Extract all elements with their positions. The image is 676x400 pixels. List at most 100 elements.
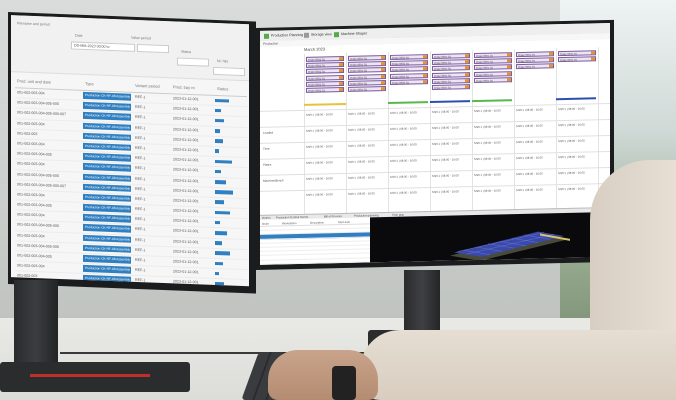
- order-label: Order 0001-01: [476, 54, 493, 59]
- list-column-header[interactable]: Start date: [338, 219, 350, 223]
- warning-indicator: [465, 60, 469, 64]
- planned-order[interactable]: Order 0001-01: [390, 72, 428, 79]
- planned-order[interactable]: Order 0001-01: [558, 56, 596, 63]
- warning-indicator: [423, 73, 427, 77]
- status-select[interactable]: [177, 57, 209, 67]
- planned-order[interactable]: Order 0001-01: [306, 62, 344, 69]
- planned-order[interactable]: Order 0001-01: [348, 67, 386, 74]
- order-label: Order 0001-01: [350, 82, 367, 86]
- progress-bar: [215, 108, 221, 113]
- order-label: Order 0001-01: [476, 79, 493, 83]
- planned-order[interactable]: Order 0001-01: [390, 66, 428, 73]
- planned-order[interactable]: Order 0001-01: [474, 58, 512, 65]
- type-badge: Production CK-RF-08 Assembly: [83, 153, 131, 162]
- planned-order[interactable]: Order 0001-01: [432, 59, 470, 66]
- planned-order[interactable]: Order 0001-01: [348, 55, 386, 61]
- planned-order[interactable]: Order 0001-01: [558, 50, 596, 57]
- row-id: 001-002-003-004-005-006-007: [17, 182, 67, 188]
- list-column-header[interactable]: Order: [262, 221, 269, 225]
- tab-storage-view[interactable]: Storage view: [304, 31, 332, 39]
- column-header[interactable]: Status: [217, 86, 228, 91]
- row-date: 2023-01-12-001: [173, 198, 199, 204]
- planned-order[interactable]: Order 0001-01: [474, 64, 512, 71]
- tab-label: Production Planning: [271, 32, 304, 38]
- right-screen: Production Planning Storage view Machine…: [260, 22, 610, 265]
- hits-select[interactable]: [213, 66, 245, 77]
- planned-order[interactable]: Order 0001-01: [474, 76, 512, 83]
- planned-order[interactable]: Order 0001-01: [306, 68, 344, 75]
- planned-order[interactable]: Order 0001-01: [432, 71, 470, 78]
- left-screen: Filename and period Date DD-MM-2023 00:0…: [11, 15, 249, 287]
- planned-order[interactable]: Order 0001-01: [432, 53, 470, 60]
- order-label: Order 0001-01: [308, 77, 325, 81]
- date-filter-input[interactable]: DD-MM-2023 00:00 to: [71, 41, 135, 52]
- person-arm: [360, 330, 676, 400]
- shift-summary: Shift 1 | 08:00 - 16:00: [474, 140, 501, 146]
- left-monitor-base: [0, 362, 190, 392]
- column-header[interactable]: Prod. bay nr.: [173, 84, 196, 90]
- planned-order[interactable]: Order 0001-01: [432, 77, 470, 84]
- progress-bar: [215, 98, 229, 103]
- planned-order[interactable]: Order 0001-01: [516, 63, 554, 70]
- row-variant: REF-1: [135, 196, 146, 202]
- summary-row: Shift 1 | 08:00 - 16:00 Shift 1 | 08:00 -…: [260, 182, 610, 199]
- planned-order[interactable]: Order 0001-01: [516, 57, 554, 64]
- planned-order[interactable]: Order 0001-01: [432, 65, 470, 72]
- planned-order[interactable]: Order 0001-01: [432, 84, 470, 91]
- order-label: Order 0001-01: [350, 63, 367, 68]
- planned-order[interactable]: Order 0001-01: [390, 78, 428, 85]
- planned-order[interactable]: Order 0001-01: [306, 74, 344, 81]
- tab-production-planning[interactable]: Production Planning: [264, 31, 303, 39]
- list-column-header[interactable]: Description: [310, 220, 324, 224]
- planned-order[interactable]: Order 0001-01: [390, 60, 428, 67]
- shift-summary: Shift 1 | 08:00 - 16:00: [390, 126, 417, 131]
- shift-summary: Shift 1 | 08:00 - 16:00: [516, 123, 543, 129]
- type-badge: Production CK-RF-08 Assembly: [83, 275, 131, 284]
- order-label: Order 0001-01: [392, 81, 409, 85]
- order-label: Order 0001-01: [308, 70, 325, 75]
- row-id: 001-002-003-004: [17, 161, 45, 167]
- planned-order[interactable]: Order 0001-01: [516, 51, 554, 58]
- row-id: 001-002-003: [17, 131, 38, 136]
- planned-order[interactable]: Order 0001-01: [390, 54, 428, 60]
- shift-summary: Shift 1 | 08:00 - 16:00: [516, 139, 543, 145]
- shift-summary: Shift 1 | 08:00 - 16:00: [390, 110, 417, 115]
- row-date: 2023-01-12-001: [173, 238, 199, 244]
- 3d-viewport[interactable]: [370, 211, 610, 263]
- value-period-select[interactable]: [137, 43, 169, 54]
- planned-order[interactable]: Order 0001-01: [306, 80, 344, 87]
- row-date: 2023-01-12-001: [173, 249, 199, 255]
- progress-bar: [215, 241, 222, 245]
- list-column-header[interactable]: Workstation: [282, 221, 297, 225]
- column-header[interactable]: Type: [85, 81, 94, 86]
- warning-indicator: [507, 53, 511, 57]
- row-id: 001-002-003-004: [17, 90, 45, 96]
- warning-indicator: [381, 80, 385, 84]
- shift-summary: Shift 1 | 08:00 - 16:00: [348, 175, 375, 180]
- planned-order[interactable]: Order 0001-01: [306, 87, 344, 93]
- type-badge: Production CK-RF-08 Assembly: [83, 91, 131, 101]
- planned-order[interactable]: Order 0001-01: [348, 86, 386, 92]
- 3d-model: [450, 231, 570, 261]
- row-date: 2023-01-12-001: [173, 96, 199, 102]
- order-label: Order 0001-01: [392, 75, 409, 79]
- shift-summary: Shift 1 | 08:00 - 16:00: [306, 160, 333, 165]
- planned-order[interactable]: Order 0001-01: [474, 70, 512, 77]
- planned-order[interactable]: Order 0001-01: [348, 73, 386, 80]
- row-date: 2023-01-12-001: [173, 218, 199, 224]
- column-header[interactable]: Variant period: [135, 83, 160, 89]
- shift-summary: Shift 1 | 08:00 - 16:00: [516, 107, 543, 113]
- planned-order[interactable]: Order 0001-01: [348, 61, 386, 68]
- planned-order[interactable]: Order 0001-01: [306, 56, 344, 62]
- planned-order[interactable]: Order 0001-01: [474, 52, 512, 59]
- shift-summary: Shift 1 | 08:00 - 16:00: [474, 188, 501, 194]
- row-variant: REF-1: [135, 257, 146, 263]
- planned-order[interactable]: Order 0001-01: [348, 79, 386, 86]
- column-header[interactable]: Prod. unit and date: [17, 78, 51, 84]
- row-date: 2023-01-12-001: [173, 157, 199, 163]
- filter-label: Status: [181, 49, 192, 55]
- warning-indicator: [339, 75, 343, 79]
- warning-indicator: [465, 85, 469, 89]
- tab-machine-shaper[interactable]: Machine Shaper: [334, 30, 367, 38]
- order-label: Order 0001-01: [560, 58, 577, 63]
